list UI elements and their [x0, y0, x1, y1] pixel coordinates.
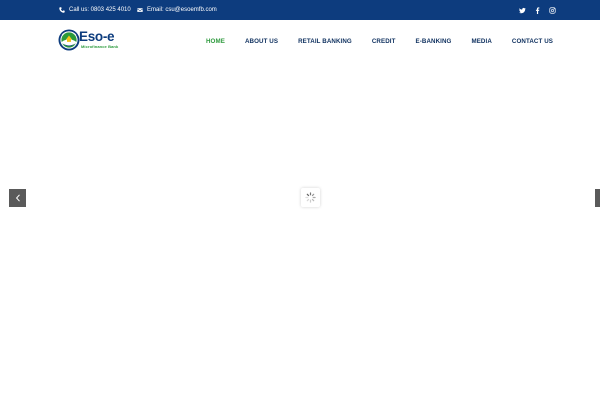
nav-item-retail-banking[interactable]: RETAIL BANKING	[288, 38, 362, 45]
slider-next-button[interactable]	[595, 189, 600, 207]
email-text: Email: csu@esoemfb.com	[147, 7, 217, 13]
nav-item-contact-us[interactable]: CONTACT US	[502, 38, 563, 45]
spinner-icon	[305, 192, 316, 203]
facebook-icon[interactable]	[533, 6, 541, 14]
logo-name: Eso-e	[79, 29, 115, 44]
top-bar: Call us: 0803 425 4010 Email: csu@esoemf…	[0, 0, 600, 20]
site-header: Eso-e Microfinance Bank HOME ABOUT US RE…	[0, 20, 600, 62]
nav-item-media[interactable]: MEDIA	[461, 38, 501, 45]
phone-icon	[59, 7, 65, 13]
instagram-icon[interactable]	[548, 6, 556, 14]
slider-loader	[301, 188, 320, 207]
main-nav: HOME ABOUT US RETAIL BANKING CREDIT E-BA…	[196, 20, 563, 62]
social-links	[518, 0, 556, 20]
nav-item-e-banking[interactable]: E-BANKING	[405, 38, 461, 45]
twitter-icon[interactable]	[518, 6, 526, 14]
contact-email[interactable]: Email: csu@esoemfb.com	[137, 0, 217, 20]
nav-item-credit[interactable]: CREDIT	[362, 38, 406, 45]
logo-seal-icon	[58, 29, 80, 51]
bank-logo[interactable]: Eso-e Microfinance Bank	[58, 29, 120, 53]
nav-item-home[interactable]: HOME	[196, 38, 235, 45]
chevron-left-icon	[15, 194, 20, 202]
slider-prev-button[interactable]	[9, 189, 26, 207]
contact-phone[interactable]: Call us: 0803 425 4010	[59, 0, 131, 20]
nav-item-about-us[interactable]: ABOUT US	[235, 38, 288, 45]
envelope-icon	[137, 7, 143, 13]
phone-text: Call us: 0803 425 4010	[69, 7, 131, 13]
logo-tagline: Microfinance Bank	[81, 44, 119, 49]
